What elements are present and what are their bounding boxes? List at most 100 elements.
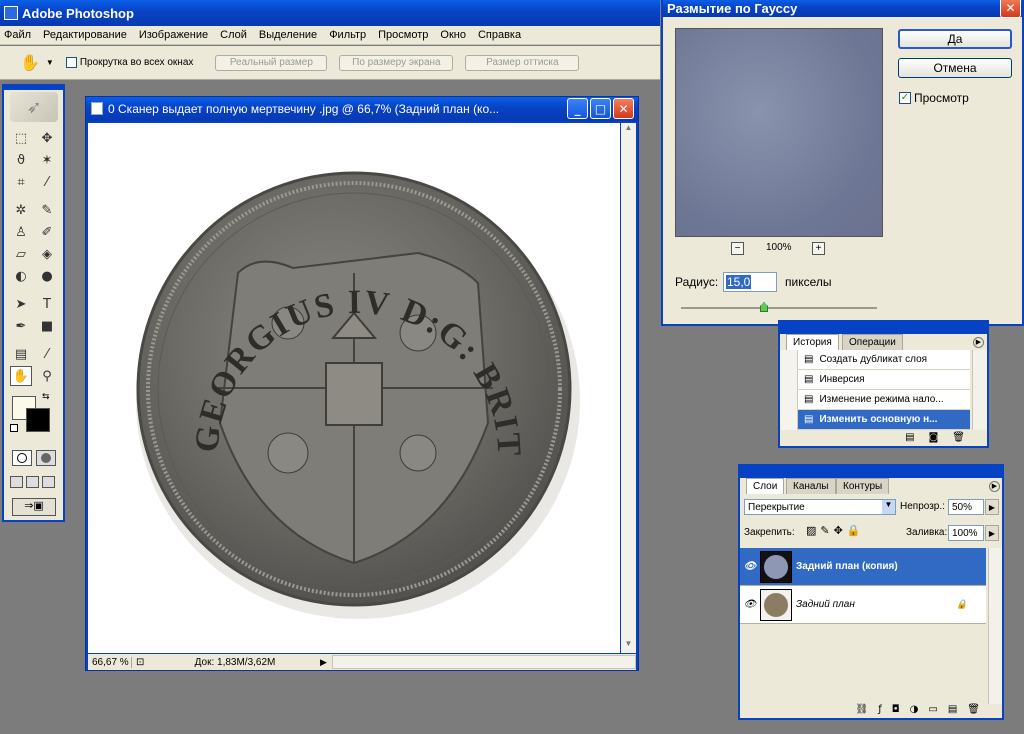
mask-icon[interactable]: ◘ xyxy=(892,704,900,718)
shape-tool-icon[interactable]: ■ xyxy=(36,316,58,336)
layer-row[interactable]: 👁 Задний план 🔒 xyxy=(740,586,986,624)
document-status-bar: 66,67 % ⊡ Док: 1,83M/3,62M ▶ xyxy=(88,654,636,670)
new-group-icon[interactable]: ▭ xyxy=(928,704,937,718)
menu-edit[interactable]: Редактирование xyxy=(43,29,127,41)
lock-icons[interactable]: ▨✎✥🔒 xyxy=(806,524,865,537)
blend-mode-dropdown-icon[interactable]: ▼ xyxy=(882,500,895,514)
layers-scrollbar[interactable] xyxy=(988,548,1002,704)
quick-mask-icon[interactable] xyxy=(36,450,56,466)
healing-brush-tool-icon[interactable]: ✲ xyxy=(10,200,32,220)
default-colors-icon[interactable] xyxy=(10,424,18,432)
menu-layer[interactable]: Слой xyxy=(220,29,247,41)
pen-tool-icon[interactable]: ✒ xyxy=(10,316,32,336)
layer-style-icon[interactable]: ƒ xyxy=(878,704,882,718)
clone-stamp-tool-icon[interactable]: ♙ xyxy=(10,222,32,242)
minimize-button[interactable]: _ xyxy=(567,98,588,119)
history-step[interactable]: ▤ Инверсия xyxy=(780,369,970,390)
ok-button[interactable]: Да xyxy=(898,29,1012,49)
paint-bucket-tool-icon[interactable]: ◈ xyxy=(36,244,58,264)
hand-tool-icon[interactable]: ✋ xyxy=(10,366,32,386)
eraser-tool-icon[interactable]: ▱ xyxy=(10,244,32,264)
scroll-all-checkbox[interactable] xyxy=(65,57,77,68)
print-size-button[interactable]: Размер оттиска xyxy=(465,54,580,71)
tool-preset-dropdown-icon[interactable]: ▼ xyxy=(46,58,54,67)
background-color-swatch[interactable] xyxy=(26,408,50,432)
fill-arrow-icon[interactable]: ▶ xyxy=(985,525,999,541)
history-step[interactable]: ▤ Создать дубликат слоя xyxy=(780,349,970,370)
radius-input[interactable]: 15,0 xyxy=(723,272,777,292)
dodge-tool-icon[interactable]: ● xyxy=(36,266,58,286)
menu-filter[interactable]: Фильтр xyxy=(329,29,366,41)
blur-preview[interactable] xyxy=(675,28,883,237)
notes-tool-icon[interactable]: ▤ xyxy=(10,344,32,364)
adjustment-layer-icon[interactable]: ◑ xyxy=(910,704,919,718)
radius-slider-thumb[interactable] xyxy=(760,302,768,312)
tab-channels[interactable]: Каналы xyxy=(786,478,836,494)
menu-help[interactable]: Справка xyxy=(478,29,521,41)
tab-paths[interactable]: Контуры xyxy=(836,478,890,494)
actual-size-button[interactable]: Реальный размер xyxy=(215,54,328,71)
status-info-icon[interactable]: ⊡ xyxy=(136,657,150,668)
tab-actions[interactable]: Операции xyxy=(842,334,903,350)
blend-mode-select[interactable]: Перекрытие xyxy=(744,499,896,515)
maximize-button[interactable]: □ xyxy=(590,98,611,119)
tab-history[interactable]: История xyxy=(786,334,839,350)
eyedropper-tool-icon[interactable]: ⁄ xyxy=(36,344,58,364)
status-menu-arrow-icon[interactable]: ▶ xyxy=(320,657,332,668)
swap-colors-icon[interactable]: ⇆ xyxy=(42,392,50,402)
new-snapshot-icon[interactable]: ◙ xyxy=(929,432,939,446)
layer-row-active[interactable]: 👁 Задний план (копия) xyxy=(740,548,986,586)
history-scrollbar[interactable] xyxy=(972,350,987,430)
fit-screen-button[interactable]: По размеру экрана xyxy=(339,54,454,71)
marquee-tool-icon[interactable]: ⬚ xyxy=(10,128,32,148)
close-button[interactable]: ✕ xyxy=(613,98,634,119)
layers-menu-icon[interactable]: ▶ xyxy=(989,481,1000,492)
delete-layer-icon[interactable]: 🗑 xyxy=(967,704,980,718)
brush-tool-icon[interactable]: ✎ xyxy=(36,200,58,220)
preview-checkbox[interactable]: ✓ xyxy=(899,92,911,104)
history-step[interactable]: ▤ Изменение режима нало... xyxy=(780,389,970,410)
opacity-input[interactable]: 50% xyxy=(948,499,984,515)
scroll-up-icon[interactable]: ▲ xyxy=(621,123,636,137)
dialog-close-button[interactable]: ✕ xyxy=(1000,0,1021,18)
scroll-down-icon[interactable]: ▼ xyxy=(621,639,636,653)
menu-select[interactable]: Выделение xyxy=(259,29,317,41)
menu-file[interactable]: Файл xyxy=(4,29,31,41)
link-icon[interactable]: ⛓ xyxy=(856,704,869,718)
eye-icon[interactable]: 👁 xyxy=(740,599,760,610)
magic-wand-tool-icon[interactable]: ✶ xyxy=(36,150,58,170)
menu-image[interactable]: Изображение xyxy=(139,29,208,41)
history-brush-tool-icon[interactable]: ✐ xyxy=(36,222,58,242)
history-menu-icon[interactable]: ▶ xyxy=(973,337,984,348)
slice-tool-icon[interactable]: ⁄ xyxy=(36,172,58,192)
menu-view[interactable]: Просмотр xyxy=(378,29,428,41)
hand-tool-icon[interactable]: ✋ xyxy=(20,53,40,72)
zoom-tool-icon[interactable]: ⚲ xyxy=(36,366,58,386)
radius-slider-track[interactable] xyxy=(681,307,877,309)
lasso-tool-icon[interactable]: ϑ xyxy=(10,150,32,170)
tab-layers[interactable]: Слои xyxy=(746,478,785,494)
image-canvas[interactable]: GEORGIUS IV D:G: BRITANNIARUM REX F:D: xyxy=(88,123,620,653)
zoom-in-button[interactable]: + xyxy=(812,242,825,255)
path-selection-tool-icon[interactable]: ➤ xyxy=(10,294,32,314)
zoom-level[interactable]: 66,67 % xyxy=(88,656,132,668)
crop-tool-icon[interactable]: ⌗ xyxy=(10,172,32,192)
eye-icon[interactable]: 👁 xyxy=(740,561,760,572)
trash-icon[interactable]: 🗑 xyxy=(952,432,965,446)
horizontal-scrollbar[interactable] xyxy=(332,655,636,669)
opacity-arrow-icon[interactable]: ▶ xyxy=(985,499,999,515)
screen-mode-icons[interactable] xyxy=(10,476,60,490)
move-tool-icon[interactable]: ✥ xyxy=(36,128,58,148)
new-layer-icon[interactable]: ▤ xyxy=(948,704,957,718)
vertical-scrollbar[interactable]: ▲ ▼ xyxy=(621,123,636,653)
blur-tool-icon[interactable]: ◐ xyxy=(10,266,32,286)
standard-mode-icon[interactable] xyxy=(12,450,32,466)
type-tool-icon[interactable]: T xyxy=(36,294,58,314)
zoom-out-button[interactable]: − xyxy=(731,242,744,255)
jump-to-imageready-icon[interactable]: ⇒▣ xyxy=(12,498,56,516)
menu-window[interactable]: Окно xyxy=(440,29,466,41)
new-document-icon[interactable]: ▤ xyxy=(905,432,914,446)
fill-input[interactable]: 100% xyxy=(948,525,984,541)
cancel-button[interactable]: Отмена xyxy=(898,58,1012,78)
history-step-active[interactable]: ▤ Изменить основную н... xyxy=(780,409,970,430)
